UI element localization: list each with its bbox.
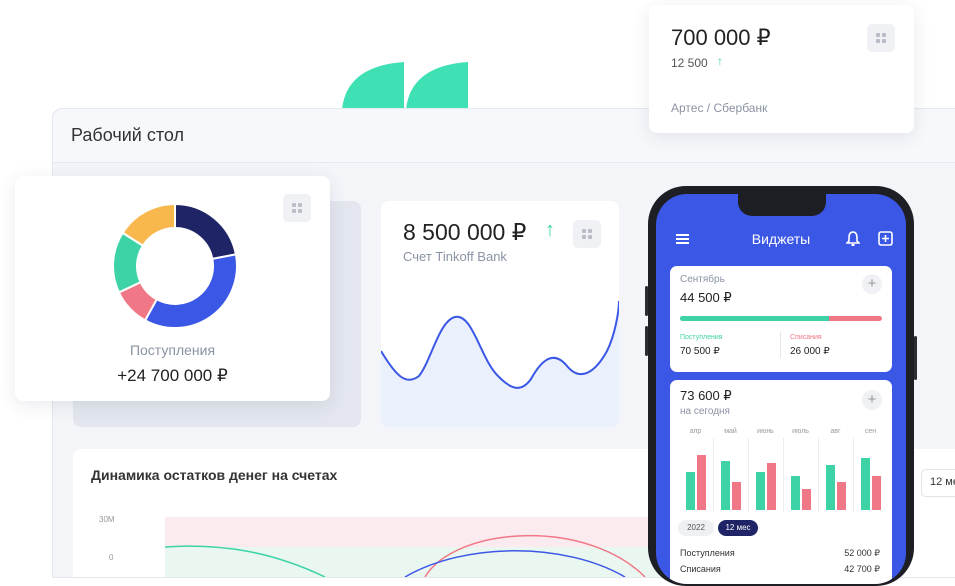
- quote-logo-icon: [342, 62, 468, 110]
- phone-side-button: [645, 286, 648, 316]
- month-amount: 44 500 ₽: [680, 290, 732, 305]
- expense-label: Списания: [790, 334, 822, 341]
- balance-chart: [165, 517, 665, 577]
- grid-menu-icon[interactable]: [283, 194, 311, 222]
- period-button-label: 12 ме: [930, 476, 955, 488]
- income-bar: [755, 471, 765, 510]
- income-label: Поступления: [680, 334, 723, 341]
- bar-month-label: сен: [864, 428, 877, 435]
- sberbank-amount: 700 000 ₽: [671, 25, 771, 50]
- donut-slice: [174, 202, 238, 261]
- list-row-label: Поступления: [680, 548, 735, 558]
- income-bar: [860, 458, 870, 510]
- month-label: Сентябрь: [680, 274, 725, 285]
- y-tick-label: 30M: [99, 515, 115, 524]
- expense-bar: [766, 463, 776, 510]
- grid-menu-icon[interactable]: [867, 24, 895, 52]
- toggle-year[interactable]: 2022: [678, 520, 714, 536]
- expense-bar: [801, 489, 811, 510]
- donut-card[interactable]: Поступления +24 700 000 ₽: [15, 176, 330, 401]
- add-button[interactable]: +: [862, 390, 882, 410]
- y-tick-label: 0: [109, 553, 114, 562]
- add-button[interactable]: +: [862, 274, 882, 294]
- income-value: 70 500 ₽: [680, 346, 720, 357]
- monthly-bar-chart: апр май июнь июль авг сен: [678, 428, 888, 512]
- toggle-period[interactable]: 12 мес: [718, 520, 758, 536]
- list-row-value: 42 700 ₽: [844, 564, 880, 574]
- bar-column-divider: [783, 438, 784, 512]
- donut-amount: +24 700 000 ₽: [117, 366, 228, 385]
- list-row-value: 52 000 ₽: [844, 548, 880, 558]
- expense-bar: [871, 476, 881, 510]
- income-bar: [685, 471, 695, 510]
- today-caption: на сегодня: [680, 406, 730, 417]
- month-widget[interactable]: Сентябрь 44 500 ₽ + Поступления 70 500 ₽…: [670, 266, 892, 372]
- bar-month-label: авг: [830, 428, 841, 435]
- sberbank-change: 12 500: [671, 56, 708, 70]
- phone-screen: Виджеты Сентябрь 44 500 ₽ + Поступления …: [656, 194, 906, 584]
- bell-icon[interactable]: [846, 231, 860, 247]
- tinkoff-area: [381, 201, 619, 427]
- balance-progress: [680, 316, 882, 321]
- bar-month-label: апр: [689, 428, 702, 435]
- app-title: Виджеты: [751, 231, 811, 247]
- income-donut-chart: [112, 202, 238, 329]
- today-amount: 73 600 ₽: [680, 388, 732, 403]
- page-title: Рабочий стол: [71, 125, 184, 145]
- phone-side-button: [645, 326, 648, 356]
- today-widget[interactable]: 73 600 ₽ на сегодня + апр май июнь июль авг с…: [670, 380, 892, 584]
- toggle-period-label: 12 мес: [725, 523, 751, 532]
- donut-slice: [143, 253, 238, 329]
- sberbank-account: Артес / Сбербанк: [671, 101, 768, 115]
- bar-column-divider: [713, 438, 714, 512]
- bar-column-divider: [818, 438, 819, 512]
- bar-month-label: июль: [792, 428, 809, 435]
- divider: [780, 332, 781, 358]
- section-title: Динамика остатков денег на счетах: [91, 467, 338, 483]
- bar-month-label: май: [724, 428, 737, 435]
- bar-month-label: июнь: [757, 428, 774, 435]
- donut-label: Поступления: [129, 342, 216, 358]
- add-widget-icon[interactable]: [878, 231, 893, 246]
- expense-bar: [836, 482, 846, 510]
- income-bar: [790, 476, 800, 510]
- toggle-year-label: 2022: [687, 523, 705, 532]
- expense-bar: [731, 482, 741, 510]
- phone-side-button: [914, 336, 917, 380]
- phone-mockup: Виджеты Сентябрь 44 500 ₽ + Поступления …: [645, 186, 917, 586]
- period-button[interactable]: 12 ме: [921, 469, 955, 497]
- expense-value: 26 000 ₽: [790, 346, 830, 357]
- phone-notch: [738, 194, 826, 216]
- expense-bar: [696, 455, 706, 510]
- income-bar: [720, 461, 730, 510]
- bar-column-divider: [748, 438, 749, 512]
- bar-column-divider: [853, 438, 854, 512]
- up-arrow-icon: ↑: [717, 54, 723, 68]
- tinkoff-card[interactable]: 8 500 000 ₽ ↑ Счет Tinkoff Bank: [381, 201, 619, 427]
- sberbank-card[interactable]: 700 000 ₽ 12 500 ↑ Артес / Сбербанк: [649, 5, 914, 133]
- income-bar: [825, 464, 835, 510]
- list-row-label: Списания: [680, 564, 721, 574]
